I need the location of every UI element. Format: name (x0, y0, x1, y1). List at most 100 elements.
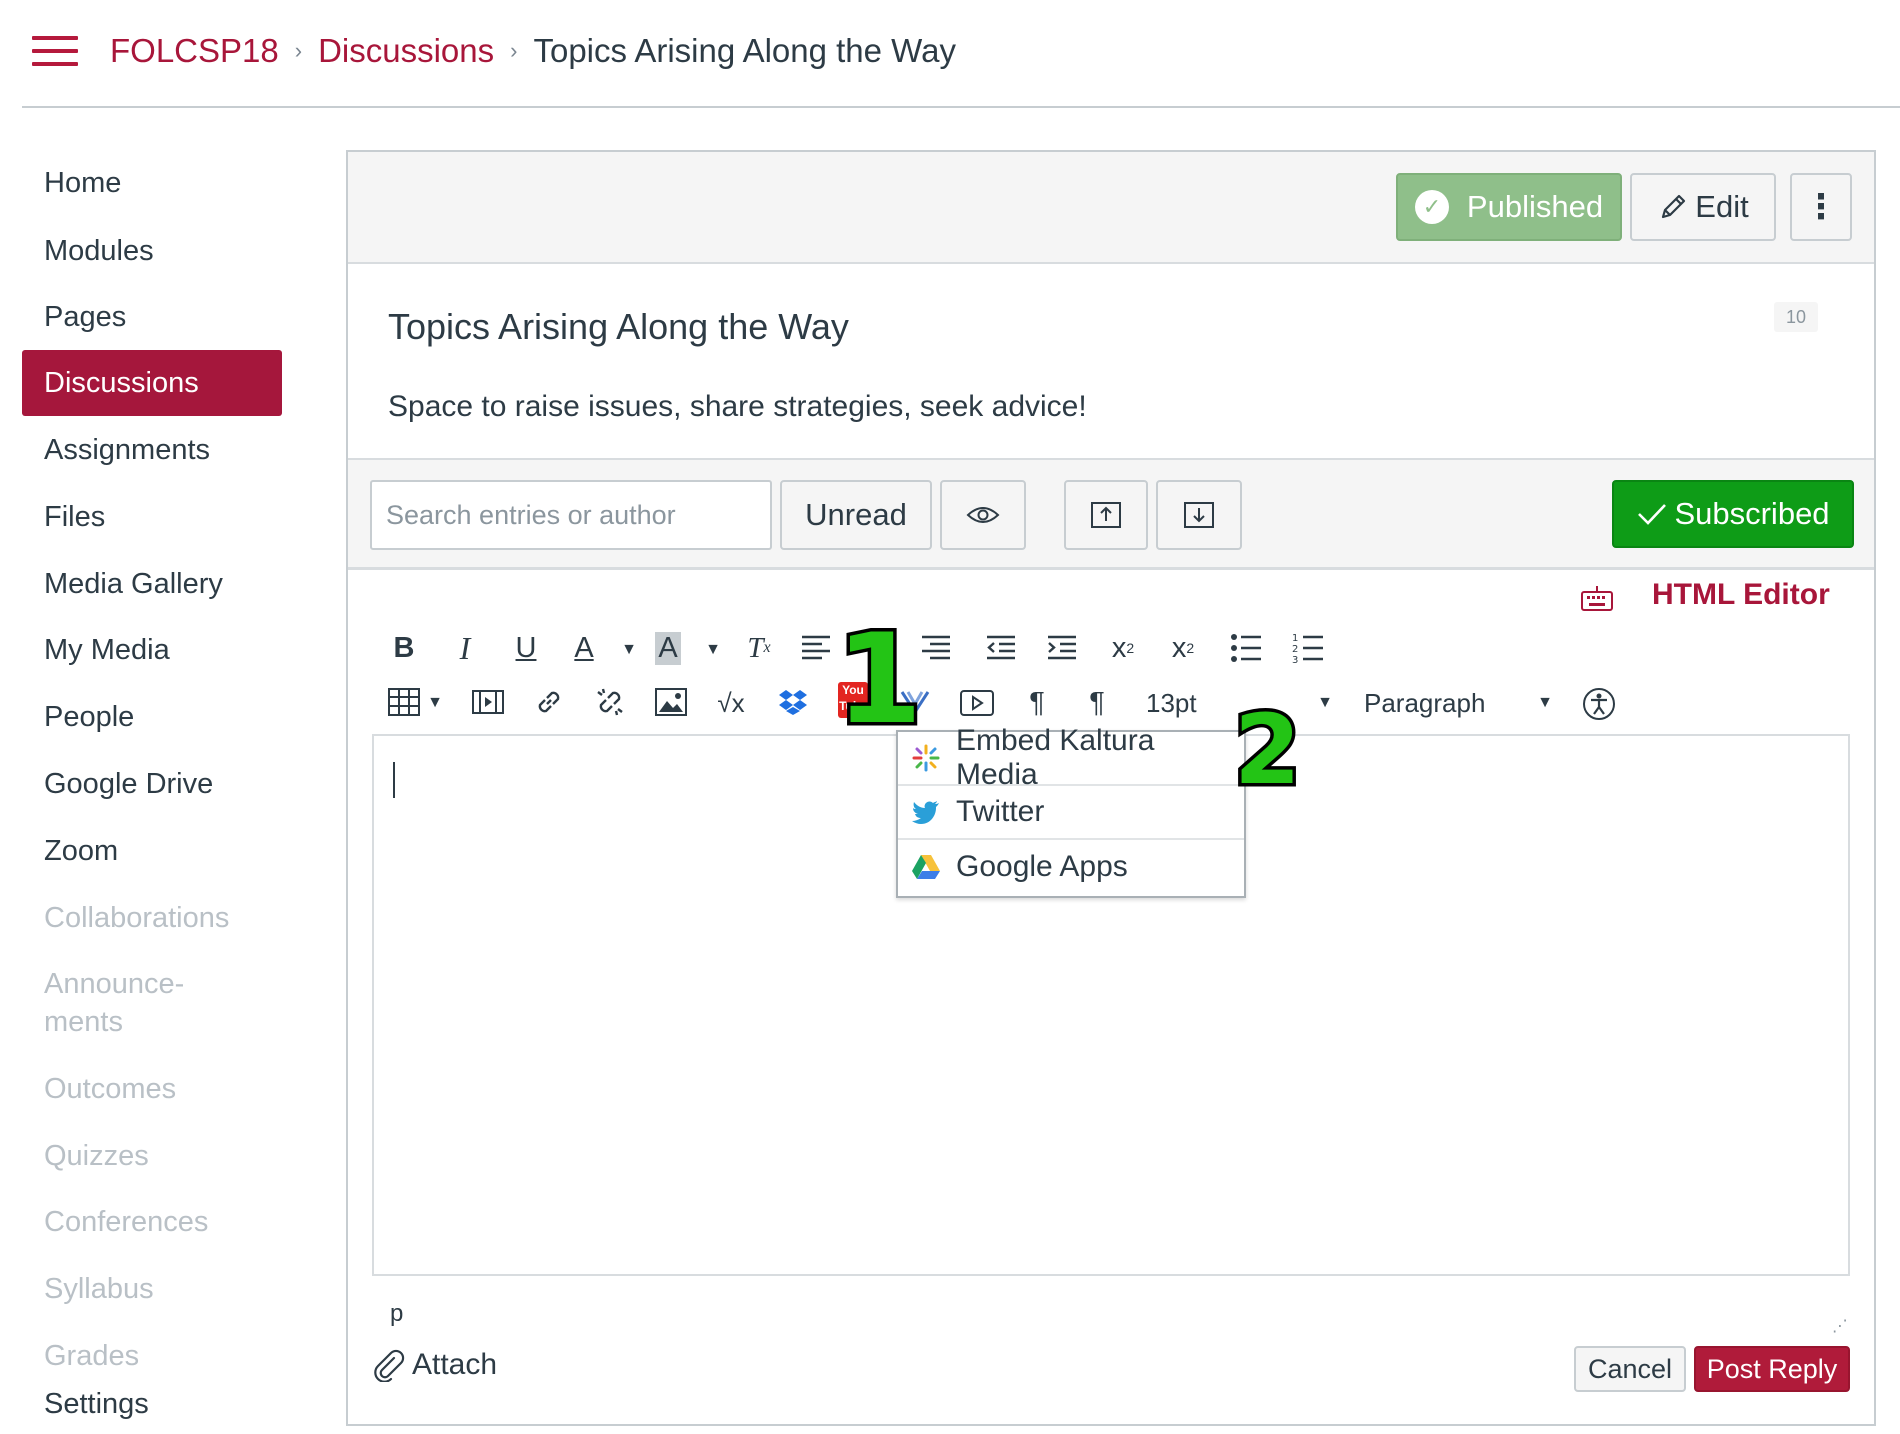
subscribed-label: Subscribed (1674, 496, 1830, 531)
eye-icon (966, 507, 1000, 523)
menu-item-label: Google Apps (956, 850, 1128, 883)
cancel-button[interactable]: Cancel (1574, 1346, 1686, 1392)
topic-badge: 10 (1774, 302, 1818, 332)
topic-description: Space to raise issues, share strategies,… (388, 390, 1087, 423)
video-icon[interactable] (960, 690, 994, 716)
expand-icon (1184, 502, 1214, 528)
menu-item-label: Twitter (956, 795, 1045, 828)
nav-item-modules[interactable]: Modules (22, 218, 282, 284)
nav-item-conferences: Conferences (44, 1205, 209, 1238)
svg-text:2: 2 (1292, 644, 1298, 655)
checkmark-icon (1638, 504, 1667, 525)
underline-icon[interactable]: U (503, 625, 549, 671)
nav-item-announcements: Announce- ments (44, 968, 185, 1038)
resize-handle-icon[interactable]: ⋰ (1832, 1316, 1848, 1336)
numbered-list-icon[interactable]: 123 (1292, 632, 1324, 664)
superscript-icon[interactable]: x2 (1100, 625, 1146, 671)
image-icon[interactable] (655, 688, 687, 716)
media-icon[interactable] (472, 690, 504, 714)
google-drive-icon (910, 851, 942, 883)
link-icon[interactable] (533, 686, 565, 718)
element-path: p (390, 1300, 404, 1327)
breadcrumb-separator-icon: › (294, 38, 303, 63)
nav-item-collaborations: Collaborations (44, 901, 230, 934)
block-format-dropdown-icon[interactable]: ▼ (1522, 680, 1568, 726)
nav-item-zoom[interactable]: Zoom (22, 818, 282, 884)
clear-formatting-icon[interactable]: Tx (736, 625, 782, 671)
edit-button[interactable]: Edit (1630, 173, 1776, 241)
nav-item-pages[interactable]: Pages (22, 284, 282, 350)
unread-button[interactable]: Unread (780, 480, 932, 550)
menu-item-google-apps[interactable]: Google Apps (898, 840, 1244, 894)
hamburger-menu-icon[interactable] (32, 36, 78, 66)
nav-item-media-gallery[interactable]: Media Gallery (22, 551, 282, 617)
nav-item-discussions[interactable]: Discussions (22, 350, 282, 416)
menu-item-label: Embed Kaltura Media (955, 724, 1155, 791)
background-color-dropdown-icon[interactable]: ▼ (690, 627, 736, 673)
subscript-icon[interactable]: x2 (1160, 625, 1206, 671)
outdent-icon[interactable] (985, 634, 1017, 662)
nav-item-grades: Grades (44, 1339, 140, 1372)
bold-icon[interactable]: B (381, 625, 427, 671)
align-right-icon[interactable] (920, 634, 952, 662)
align-left-icon[interactable] (800, 634, 832, 662)
attach-button[interactable]: Attach (372, 1348, 497, 1382)
nav-item-google-drive[interactable]: Google Drive (22, 751, 282, 817)
html-editor-link[interactable]: HTML Editor (1652, 578, 1830, 612)
post-reply-button[interactable]: Post Reply (1694, 1346, 1850, 1392)
keyboard-shortcuts-icon[interactable] (1580, 584, 1614, 612)
more-options-button[interactable]: ⋮ (1790, 173, 1852, 241)
topic-title: Topics Arising Along the Way (388, 306, 849, 347)
text-caret (393, 762, 395, 798)
breadcrumb-separator-icon: › (510, 38, 518, 63)
font-size-dropdown-icon[interactable]: ▼ (1302, 680, 1348, 726)
collapse-icon (1091, 502, 1121, 528)
step-marker-1: 1 (832, 608, 925, 752)
apps-dropdown-menu: Embed Kaltura Media Twitter Google Apps (896, 724, 1246, 898)
step-marker-2: 2 (1231, 694, 1305, 806)
breadcrumb-current: Topics Arising Along the Way (533, 32, 956, 69)
breadcrumb-course-link[interactable]: FOLCSP18 (110, 32, 279, 70)
search-input[interactable] (370, 480, 772, 550)
twitter-icon (910, 796, 942, 828)
bullet-list-icon[interactable] (1230, 632, 1262, 664)
rtl-icon[interactable]: ¶ (1074, 680, 1120, 726)
menu-item-embed-kaltura-media[interactable]: Embed Kaltura Media (898, 724, 1244, 791)
indent-icon[interactable] (1046, 634, 1078, 662)
nav-item-people[interactable]: People (22, 684, 282, 750)
nav-item-outcomes: Outcomes (44, 1072, 177, 1105)
mark-all-read-button[interactable] (940, 480, 1026, 550)
font-size-select[interactable]: 13pt (1146, 688, 1197, 719)
pencil-icon (1662, 194, 1686, 219)
expand-replies-button[interactable] (1156, 480, 1242, 550)
background-color-icon[interactable]: A (645, 625, 691, 671)
nav-item-settings[interactable]: Settings (22, 1388, 282, 1434)
ltr-icon[interactable]: ¶ (1014, 680, 1060, 726)
equation-icon[interactable]: √x (708, 680, 754, 726)
nav-item-my-media[interactable]: My Media (22, 617, 282, 683)
table-dropdown-icon[interactable]: ▼ (412, 680, 458, 726)
svg-text:3: 3 (1292, 655, 1298, 664)
menu-item-twitter[interactable]: Twitter (898, 786, 1244, 840)
accessibility-icon[interactable] (1582, 687, 1616, 721)
svg-text:1: 1 (1292, 633, 1298, 644)
attach-label: Attach (412, 1348, 498, 1381)
nav-item-files[interactable]: Files (22, 484, 282, 550)
nav-item-home[interactable]: Home (22, 150, 282, 216)
subscribed-button[interactable]: Subscribed (1612, 480, 1854, 548)
nav-item-syllabus: Syllabus (44, 1272, 154, 1305)
header-divider (22, 106, 1900, 108)
breadcrumb-discussions-link[interactable]: Discussions (318, 32, 494, 70)
text-color-icon[interactable]: A (561, 625, 607, 671)
breadcrumb: FOLCSP18 › Discussions › Topics Arising … (110, 28, 956, 74)
nav-item-assignments[interactable]: Assignments (22, 417, 282, 483)
italic-icon[interactable]: I (442, 625, 488, 671)
check-circle-icon: ✓ (1414, 190, 1449, 224)
published-label: Published (1466, 189, 1604, 224)
block-format-select[interactable]: Paragraph (1364, 688, 1485, 719)
paperclip-icon (374, 1349, 405, 1382)
dropbox-icon[interactable] (778, 688, 808, 716)
collapse-replies-button[interactable] (1064, 480, 1148, 550)
unlink-icon[interactable] (594, 686, 626, 718)
published-button[interactable]: ✓ Published (1396, 173, 1622, 241)
